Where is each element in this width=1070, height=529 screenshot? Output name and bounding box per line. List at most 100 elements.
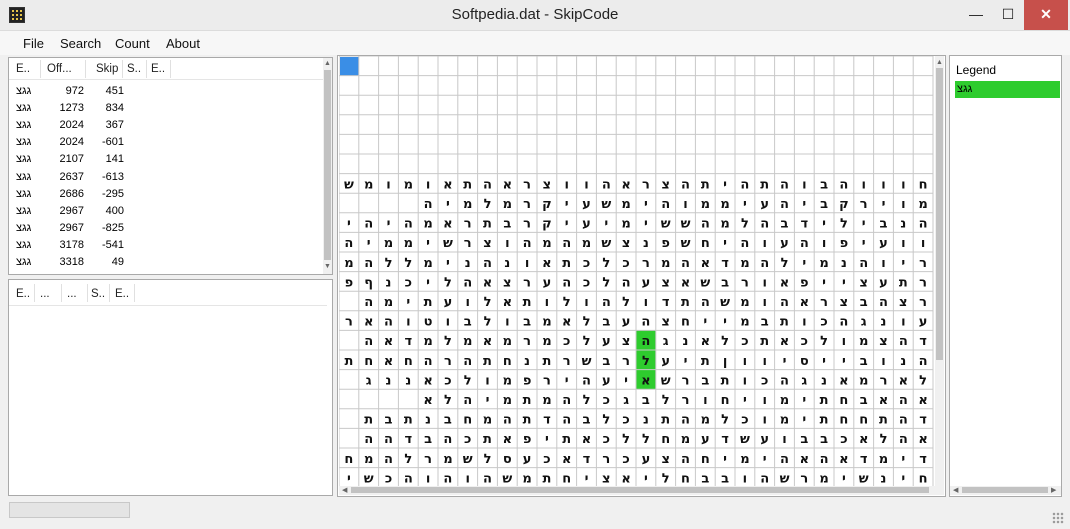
column-header-e2[interactable]: E.. bbox=[115, 288, 129, 300]
grid-letter: י bbox=[604, 217, 608, 232]
table-row[interactable]: גגצ 2024 -601 bbox=[9, 134, 327, 151]
grid-letter: י bbox=[723, 177, 727, 192]
grid-letter: צ bbox=[661, 275, 670, 290]
column-header-skip[interactable]: Skip bbox=[96, 63, 118, 75]
grid-letter: ב bbox=[721, 471, 729, 486]
column-divider[interactable] bbox=[40, 60, 41, 78]
menu-file[interactable]: File bbox=[23, 36, 44, 51]
grid-letter: ה bbox=[740, 236, 749, 251]
column-divider[interactable] bbox=[85, 60, 86, 78]
table-row[interactable]: גגצ 2107 141 bbox=[9, 151, 327, 168]
grid-letter: מ bbox=[621, 197, 630, 212]
grid-letter: ר bbox=[543, 373, 551, 388]
grid-letter: ע bbox=[523, 452, 532, 467]
column-header-offset[interactable]: Off... bbox=[47, 63, 72, 75]
grid-letter: ה bbox=[443, 471, 452, 486]
grid-letter: ל bbox=[622, 432, 630, 447]
grid-letter: ל bbox=[385, 256, 393, 271]
table-row[interactable]: גגצ 2967 -825 bbox=[9, 220, 327, 237]
menu-count[interactable]: Count bbox=[115, 36, 150, 51]
grid-letter: ה bbox=[820, 452, 829, 467]
table-row[interactable]: גגצ 1273 834 bbox=[9, 100, 327, 117]
scroll-right-arrow[interactable]: ▶ bbox=[1051, 487, 1056, 495]
grid-letter: ו bbox=[505, 236, 509, 251]
column-header-s[interactable]: S.. bbox=[91, 288, 105, 300]
letter-grid-canvas[interactable]: חוווהבוהתהיתהצראהווצראהתאומומשמוירקביהעי… bbox=[339, 56, 944, 495]
scroll-up-arrow[interactable]: ▲ bbox=[324, 60, 331, 68]
grid-letter: ר bbox=[622, 354, 630, 369]
scroll-thumb-horizontal[interactable] bbox=[962, 487, 1048, 493]
column-divider[interactable] bbox=[170, 60, 171, 78]
grid-letter: א bbox=[443, 177, 452, 192]
details-list[interactable]: E.. ... ... S.. E.. bbox=[8, 279, 333, 496]
table-row[interactable]: גגצ 3178 -541 bbox=[9, 237, 327, 254]
grid-letter: ח bbox=[721, 393, 730, 408]
grid-letter: ל bbox=[444, 334, 452, 349]
column-divider[interactable] bbox=[87, 284, 88, 302]
maximize-button[interactable]: ☐ bbox=[992, 0, 1024, 30]
scroll-down-arrow[interactable]: ▼ bbox=[324, 263, 331, 271]
letter-grid[interactable]: חוווהבוהתהיתהצראהווצראהתאומומשמוירקביהעי… bbox=[339, 56, 944, 495]
scroll-left-arrow[interactable]: ◀ bbox=[953, 487, 958, 495]
grid-letter: ה bbox=[582, 373, 591, 388]
selected-cell[interactable] bbox=[340, 57, 359, 76]
column-divider[interactable] bbox=[109, 284, 110, 302]
grid-letter: ע bbox=[919, 315, 928, 330]
grid-letter: פ bbox=[661, 236, 670, 251]
grid-letter: ו bbox=[743, 354, 747, 369]
table-row[interactable]: גגצ 2967 400 bbox=[9, 203, 327, 220]
legend-item[interactable]: גגצ bbox=[955, 81, 1060, 98]
column-header-col2[interactable]: ... bbox=[40, 288, 50, 300]
table-row[interactable]: גגצ 3318 49 bbox=[9, 254, 327, 271]
column-divider[interactable] bbox=[61, 284, 62, 302]
minimize-button[interactable]: — bbox=[960, 0, 992, 30]
grid-letter: א bbox=[503, 295, 512, 310]
grid-letter: י bbox=[842, 471, 846, 486]
details-list-header: E.. ... ... S.. E.. bbox=[9, 280, 327, 306]
menu-search[interactable]: Search bbox=[60, 36, 101, 51]
grid-letter: ה bbox=[483, 177, 492, 192]
row-offset: 2967 bbox=[59, 204, 84, 217]
grid-letter: ת bbox=[523, 413, 532, 428]
scroll-up-arrow[interactable]: ▲ bbox=[936, 59, 943, 67]
column-divider[interactable] bbox=[34, 284, 35, 302]
column-divider[interactable] bbox=[146, 60, 147, 78]
column-header-e[interactable]: E.. bbox=[16, 288, 30, 300]
resize-grip[interactable] bbox=[1052, 512, 1064, 524]
grid-letter: מ bbox=[463, 334, 472, 349]
column-header-word[interactable]: E.. bbox=[16, 63, 30, 75]
column-header-e[interactable]: E.. bbox=[151, 63, 165, 75]
scroll-left-arrow[interactable]: ◀ bbox=[342, 487, 347, 495]
legend-scrollbar[interactable]: ◀ ▶ bbox=[950, 486, 1061, 495]
grid-letter: נ bbox=[900, 354, 906, 369]
grid-letter: מ bbox=[819, 256, 828, 271]
results-list[interactable]: E.. Off... Skip S.. E.. גגצ 972 451 גגצ 1273… bbox=[8, 57, 333, 275]
grid-horizontal-scrollbar[interactable]: ◀ bbox=[339, 486, 935, 495]
table-row[interactable]: גגצ 972 451 bbox=[9, 83, 327, 100]
window-title: Softpedia.dat - SkipCode bbox=[451, 6, 619, 23]
grid-letter: ה bbox=[899, 334, 908, 349]
column-divider[interactable] bbox=[134, 284, 135, 302]
close-button[interactable]: ✕ bbox=[1024, 0, 1068, 30]
scroll-thumb[interactable] bbox=[936, 68, 943, 360]
grid-letter: ר bbox=[523, 177, 531, 192]
grid-letter: ת bbox=[344, 354, 353, 369]
scroll-thumb-horizontal[interactable] bbox=[351, 487, 929, 493]
column-header-s[interactable]: S.. bbox=[127, 63, 141, 75]
grid-vertical-scrollbar[interactable]: ▲ bbox=[935, 56, 944, 495]
grid-letter: ת bbox=[899, 275, 908, 290]
table-row[interactable]: גגצ 2637 -613 bbox=[9, 169, 327, 186]
table-row[interactable]: גגצ 2024 367 bbox=[9, 117, 327, 134]
grid-letter: ל bbox=[781, 256, 789, 271]
column-header-col3[interactable]: ... bbox=[67, 288, 77, 300]
menu-about[interactable]: About bbox=[166, 36, 200, 51]
grid-letter: מ bbox=[364, 452, 373, 467]
grid-letter: ה bbox=[503, 413, 512, 428]
table-row[interactable]: גגצ 2686 -295 bbox=[9, 186, 327, 203]
grid-letter: ה bbox=[443, 432, 452, 447]
grid-letter: ה bbox=[681, 256, 690, 271]
grid-letter: ו bbox=[465, 295, 469, 310]
scroll-thumb[interactable] bbox=[324, 70, 331, 260]
column-divider[interactable] bbox=[122, 60, 123, 78]
results-scrollbar[interactable]: ▲ ▼ bbox=[323, 58, 332, 274]
